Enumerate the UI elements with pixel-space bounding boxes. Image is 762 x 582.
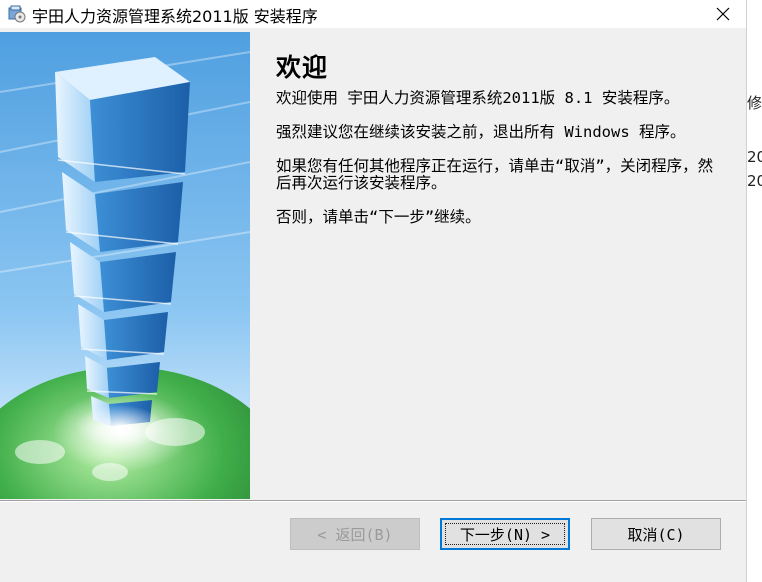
- welcome-banner-image: [0, 32, 250, 499]
- installer-dialog: 宇田人力资源管理系统2011版 安装程序 欢迎 欢迎使用 宇田人力资源管理系统2…: [0, 0, 746, 582]
- focus-rectangle: [445, 523, 565, 545]
- cancel-instruction-paragraph: 如果您有任何其他程序正在运行，请单击“取消”，关闭程序，然后再次运行该安装程序。: [276, 157, 714, 192]
- cancel-button-label: 取消(C): [627, 525, 685, 544]
- background-text-fragment: 20: [747, 148, 762, 166]
- background-text-fragment: 修改: [747, 94, 762, 112]
- title-bar[interactable]: 宇田人力资源管理系统2011版 安装程序: [0, 0, 746, 28]
- page-title: 欢迎: [276, 53, 329, 82]
- close-icon: [716, 7, 730, 21]
- installer-app-icon: [8, 5, 26, 23]
- background-text-fragment: 20: [747, 172, 762, 190]
- cancel-button[interactable]: 取消(C): [591, 518, 721, 550]
- back-button[interactable]: < 返回(B): [290, 518, 420, 550]
- back-button-label: < 返回(B): [317, 525, 393, 544]
- welcome-paragraph: 欢迎使用 宇田人力资源管理系统2011版 8.1 安装程序。: [276, 89, 680, 107]
- next-instruction-paragraph: 否则，请单击“下一步”继续。: [276, 208, 481, 226]
- window-title: 宇田人力资源管理系统2011版 安装程序: [32, 7, 318, 26]
- next-button[interactable]: 下一步(N) >: [440, 518, 570, 550]
- background-window-edge: 修改 20 20: [746, 0, 762, 582]
- close-programs-paragraph: 强烈建议您在继续该安装之前，退出所有 Windows 程序。: [276, 123, 686, 141]
- close-button[interactable]: [700, 0, 746, 28]
- welcome-content: 欢迎 欢迎使用 宇田人力资源管理系统2011版 8.1 安装程序。 强烈建议您在…: [272, 48, 722, 243]
- dialog-client-area: 欢迎 欢迎使用 宇田人力资源管理系统2011版 8.1 安装程序。 强烈建议您在…: [0, 28, 746, 582]
- footer-separator: [0, 500, 746, 502]
